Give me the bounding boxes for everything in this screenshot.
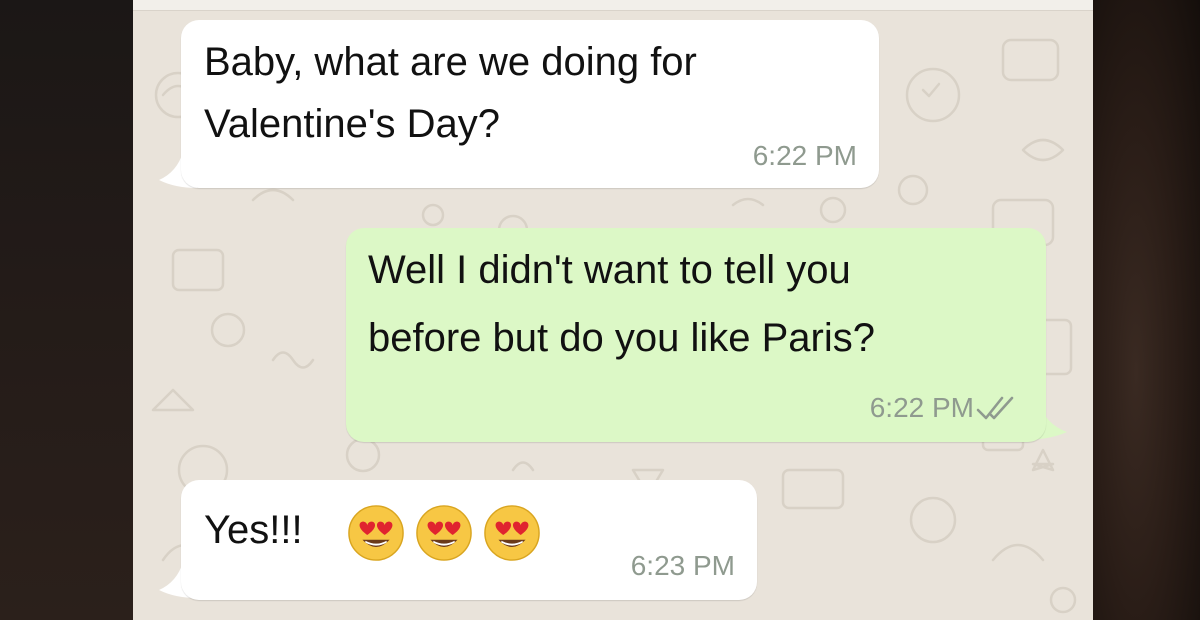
message-text: Baby, what are we doing for	[204, 40, 697, 84]
message-bubble-incoming[interactable]: Baby, what are we doing for Valentine's …	[181, 20, 879, 188]
message-bubble-incoming[interactable]: Yes!!! 6:23 PM	[181, 480, 757, 600]
message-text: Yes!!!	[204, 508, 303, 552]
chat-conversation[interactable]: Baby, what are we doing for Valentine's …	[133, 0, 1093, 620]
message-text: Valentine's Day?	[204, 102, 500, 146]
message-timestamp: 6:22 PM	[869, 392, 974, 423]
emoji-row	[347, 504, 541, 562]
message-text: before but do you like Paris?	[368, 316, 875, 360]
heart-eyes-emoji	[416, 505, 472, 561]
double-check-icon	[976, 396, 1014, 420]
message-text: Well I didn't want to tell you	[368, 248, 851, 292]
message-timestamp: 6:22 PM	[752, 140, 857, 171]
background-left	[0, 0, 133, 620]
heart-eyes-emoji	[484, 505, 540, 561]
chat-top-edge	[133, 0, 1093, 11]
message-timestamp: 6:23 PM	[630, 550, 735, 581]
background-right	[1093, 0, 1200, 620]
heart-eyes-emoji	[348, 505, 404, 561]
screenshot-stage: Baby, what are we doing for Valentine's …	[0, 0, 1200, 620]
message-bubble-outgoing[interactable]: Well I didn't want to tell you before bu…	[346, 228, 1046, 442]
